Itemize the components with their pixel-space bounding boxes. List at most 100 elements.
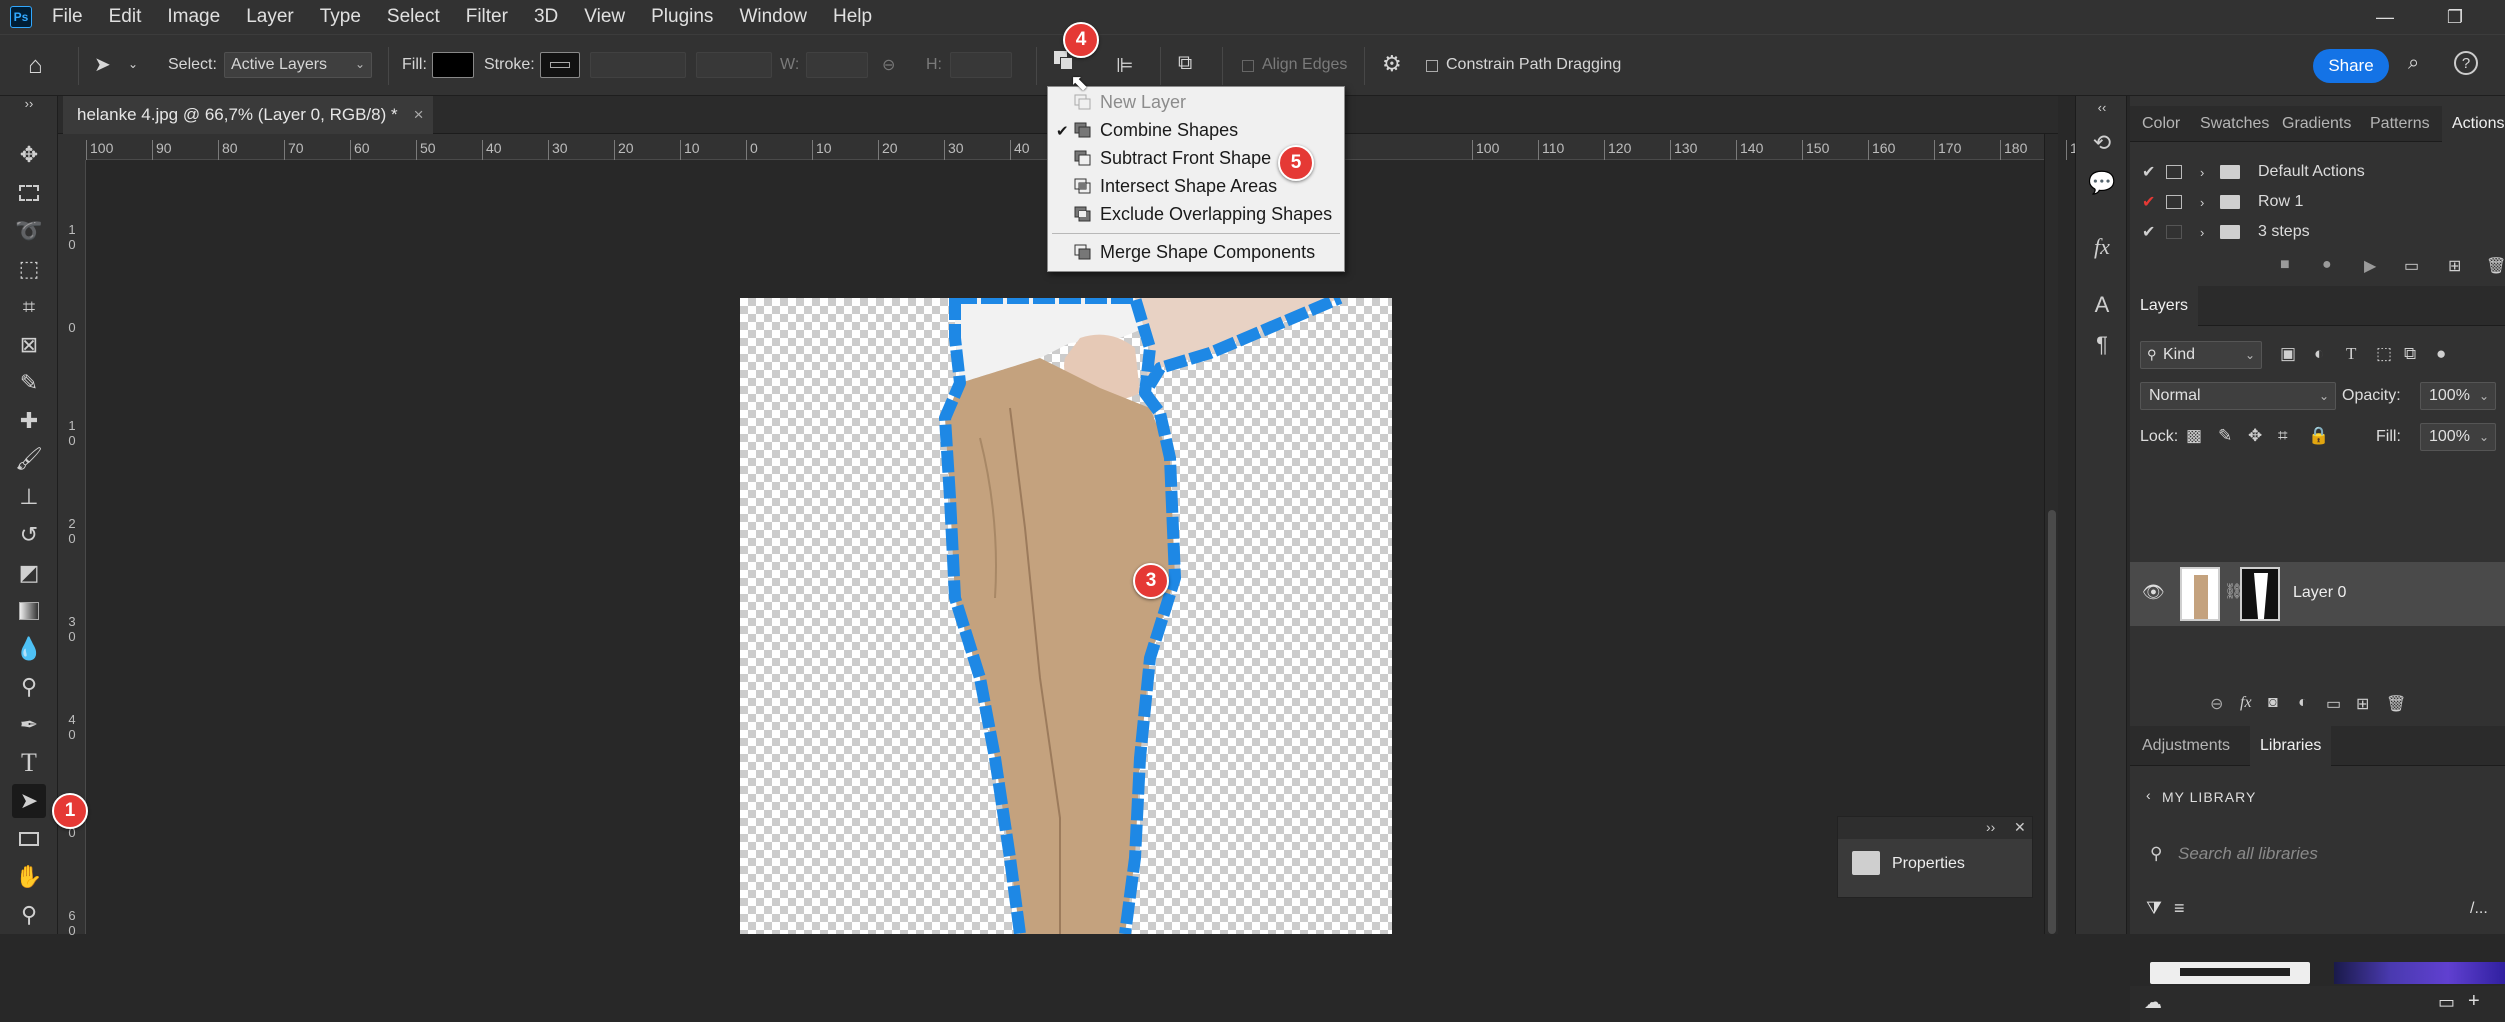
lasso-tool-icon[interactable]: ➰ bbox=[12, 214, 46, 248]
action-set-row[interactable]: ✔ › Row 1 bbox=[2130, 187, 2505, 217]
more-options-icon[interactable]: /... bbox=[2470, 900, 2488, 918]
height-field[interactable] bbox=[950, 52, 1012, 78]
menu-help[interactable]: Help bbox=[833, 6, 872, 28]
shape-filter-icon[interactable]: ⬚ bbox=[2376, 344, 2392, 364]
layer-mask-thumbnail[interactable] bbox=[2240, 567, 2280, 621]
dialog-toggle-icon[interactable] bbox=[2166, 225, 2182, 239]
tab-libraries[interactable]: Libraries bbox=[2250, 726, 2332, 766]
properties-icon[interactable] bbox=[1852, 851, 1880, 875]
link-layers-icon[interactable]: ⊖ bbox=[2210, 694, 2223, 714]
record-icon[interactable]: ● bbox=[2322, 256, 2332, 274]
menu-select[interactable]: Select bbox=[387, 6, 440, 28]
pixel-filter-icon[interactable]: ▣ bbox=[2280, 344, 2296, 364]
hand-tool-icon[interactable]: ✋ bbox=[12, 860, 46, 894]
eraser-tool-icon[interactable]: ◩ bbox=[12, 556, 46, 590]
fx-icon[interactable]: fx bbox=[2240, 694, 2252, 712]
filter-kind-dropdown[interactable]: Kind ⚲ ⌄ bbox=[2140, 341, 2262, 369]
library-search-input[interactable]: ⚲ Search all libraries bbox=[2144, 835, 2499, 873]
chevron-down-icon[interactable]: ⌄ bbox=[128, 57, 138, 71]
help-icon[interactable]: ? bbox=[2454, 51, 2478, 75]
lock-position-icon[interactable]: ✥ bbox=[2248, 426, 2262, 446]
document-tab[interactable]: helanke 4.jpg @ 66,7% (Layer 0, RGB/8) *… bbox=[63, 96, 433, 134]
new-group-icon[interactable]: ▭ bbox=[2326, 694, 2341, 714]
cloud-icon[interactable]: ☁ bbox=[2144, 992, 2162, 1013]
menu-image[interactable]: Image bbox=[167, 6, 220, 28]
new-layer-icon[interactable]: ⊞ bbox=[2356, 694, 2369, 714]
close-icon[interactable]: ✕ bbox=[2014, 819, 2026, 836]
history-icon[interactable]: ⟲ bbox=[2089, 130, 2115, 156]
share-button[interactable]: Share bbox=[2313, 49, 2389, 83]
minimize-icon[interactable]: — bbox=[2355, 0, 2415, 34]
type-filter-icon[interactable]: T bbox=[2346, 344, 2356, 364]
history-brush-tool-icon[interactable]: ↺ bbox=[12, 518, 46, 552]
collapse-panels-icon[interactable]: ‹‹ bbox=[2089, 100, 2115, 115]
menu-filter[interactable]: Filter bbox=[466, 6, 508, 28]
menu-edit[interactable]: Edit bbox=[109, 6, 142, 28]
smart-object-filter-icon[interactable]: ⧉ bbox=[2404, 344, 2416, 364]
stop-icon[interactable]: ■ bbox=[2280, 256, 2290, 274]
chevron-right-icon[interactable]: › bbox=[2200, 225, 2204, 240]
tab-adjustments[interactable]: Adjustments bbox=[2142, 726, 2230, 766]
frame-tool-icon[interactable]: ⊠ bbox=[12, 328, 46, 362]
chevron-right-icon[interactable]: › bbox=[2200, 195, 2204, 210]
menu-view[interactable]: View bbox=[584, 6, 625, 28]
scrollbar-thumb[interactable] bbox=[2048, 510, 2056, 934]
lock-all-icon[interactable]: 🔒 bbox=[2308, 426, 2329, 446]
lock-pixels-icon[interactable]: ✎ bbox=[2218, 426, 2232, 446]
chevron-left-icon[interactable]: ‹ bbox=[2146, 787, 2151, 803]
menu-layer[interactable]: Layer bbox=[246, 6, 294, 28]
vertical-scrollbar[interactable] bbox=[2044, 134, 2058, 934]
delete-layer-icon[interactable]: 🗑 bbox=[2386, 694, 2406, 714]
align-edges-checkbox[interactable] bbox=[1242, 60, 1254, 72]
menu-file[interactable]: File bbox=[52, 6, 83, 28]
menu-type[interactable]: Type bbox=[320, 6, 361, 28]
tab-actions[interactable]: Actions bbox=[2442, 106, 2505, 142]
lock-artboard-icon[interactable]: ⌗ bbox=[2278, 426, 2288, 446]
dodge-tool-icon[interactable]: ⚲ bbox=[12, 670, 46, 704]
adjustment-filter-icon[interactable]: ◐ bbox=[2314, 344, 2324, 364]
fill-swatch[interactable] bbox=[432, 52, 474, 78]
path-alignment-icon[interactable]: ⊫ bbox=[1116, 53, 1133, 78]
menu-plugins[interactable]: Plugins bbox=[651, 6, 713, 28]
sort-icon[interactable]: ≡ bbox=[2174, 898, 2185, 919]
add-icon[interactable]: + bbox=[2468, 990, 2480, 1013]
pen-tool-icon[interactable]: ✒ bbox=[12, 708, 46, 742]
home-icon[interactable]: ⌂ bbox=[28, 52, 43, 80]
layer-name[interactable]: Layer 0 bbox=[2293, 584, 2346, 602]
menu-3d[interactable]: 3D bbox=[534, 6, 558, 28]
chevron-right-icon[interactable]: › bbox=[2200, 165, 2204, 180]
add-mask-icon[interactable]: ◙ bbox=[2268, 694, 2278, 712]
layer-thumbnail[interactable] bbox=[2180, 567, 2220, 621]
marquee-tool-icon[interactable] bbox=[12, 176, 46, 210]
collapse-icon[interactable]: ›› bbox=[1986, 819, 1995, 835]
checkmark-icon[interactable]: ✔ bbox=[2142, 192, 2155, 212]
action-set-row[interactable]: ✔ › 3 steps bbox=[2130, 217, 2505, 247]
stroke-width-field[interactable] bbox=[590, 52, 686, 78]
menu-item-exclude-overlapping-shapes[interactable]: Exclude Overlapping Shapes bbox=[1048, 201, 1344, 228]
canvas-area[interactable] bbox=[86, 160, 2044, 934]
fx-icon[interactable]: fx bbox=[2089, 234, 2115, 260]
tab-layers[interactable]: Layers bbox=[2130, 286, 2199, 326]
lock-transparent-icon[interactable]: ▩ bbox=[2186, 426, 2202, 446]
crop-tool-icon[interactable]: ⌗ bbox=[12, 290, 46, 324]
tab-swatches[interactable]: Swatches bbox=[2200, 106, 2269, 142]
menu-item-merge-shape-components[interactable]: Merge Shape Components bbox=[1048, 239, 1344, 266]
zoom-tool-icon[interactable]: ⚲ bbox=[12, 898, 46, 932]
dialog-toggle-icon[interactable] bbox=[2166, 165, 2182, 179]
adjustment-layer-icon[interactable]: ◐ bbox=[2298, 694, 2308, 712]
new-set-folder-icon[interactable]: ▭ bbox=[2404, 256, 2419, 276]
opacity-field[interactable]: 100% ⌄ bbox=[2420, 382, 2496, 410]
gradient-tool-icon[interactable] bbox=[12, 594, 46, 628]
close-icon[interactable]: × bbox=[414, 105, 424, 125]
comments-icon[interactable]: 💬 bbox=[2088, 170, 2115, 196]
checkmark-icon[interactable]: ✔ bbox=[2142, 222, 2155, 242]
search-icon[interactable]: ⌕ bbox=[2408, 52, 2419, 75]
path-selection-tool-icon[interactable]: ➤ bbox=[94, 52, 111, 77]
tab-gradients[interactable]: Gradients bbox=[2282, 106, 2351, 142]
eyedropper-tool-icon[interactable]: ✎ bbox=[12, 366, 46, 400]
folder-icon[interactable]: ▭ bbox=[2438, 992, 2455, 1013]
menu-item-combine-shapes[interactable]: ✔ Combine Shapes bbox=[1048, 117, 1344, 144]
type-tool-icon[interactable]: T bbox=[12, 746, 46, 780]
select-dropdown[interactable]: Active Layers ⌄ bbox=[224, 52, 372, 78]
object-selection-tool-icon[interactable]: ⬚ bbox=[12, 252, 46, 286]
